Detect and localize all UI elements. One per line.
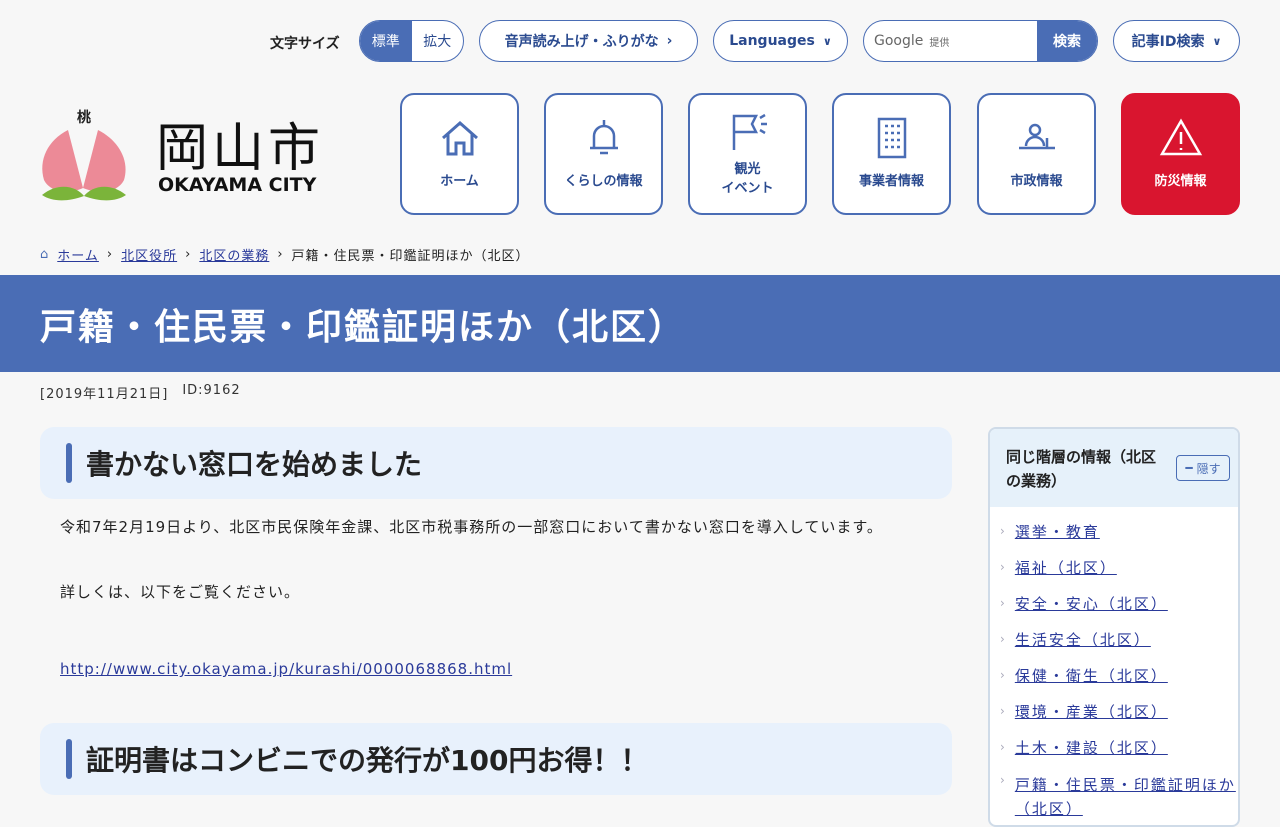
sidebar-title: 同じ階層の情報（北区の業務） [1006,448,1157,490]
flag-icon [732,113,767,150]
page-title: 戸籍・住民票・印鑑証明ほか（北区） [40,306,687,348]
provided-label: 提供 [929,37,950,49]
nav-city-admin[interactable]: 市政情報 [977,93,1096,215]
list-item: › 保健・衛生（北区） [990,657,1238,693]
hide-button[interactable]: ━ 隠す [1176,455,1230,481]
chevron-right-icon: › [1000,596,1005,610]
chevron-right-icon: › [1000,773,1005,787]
list-item: › 福祉（北区） [990,549,1238,585]
list-item: › 安全・安心（北区） [990,585,1238,621]
site-search: Google 提供 検索 [863,20,1098,62]
momotaro-logo-icon: 桃 [42,109,126,201]
logo-name: 岡山市 [156,119,325,179]
list-item: › 生活安全（北区） [990,621,1238,657]
official-icon [1018,124,1055,150]
sidebar-link[interactable]: 生活安全（北区） [1015,629,1151,650]
chevron-right-icon: › [1000,560,1005,574]
voice-label: 音声読み上げ・ふりがな [504,34,659,50]
nav-disaster[interactable]: 防災情報 [1121,93,1240,215]
site-logo[interactable]: 桃 岡山市 OKAYAMA CITY [38,100,338,205]
nav-living[interactable]: くらしの情報 [544,93,663,215]
minus-icon: ━ [1185,461,1193,475]
home-icon: ⌂ [40,247,50,262]
breadcrumb-kita-business[interactable]: 北区の業務 [199,245,269,264]
page-meta: [2019年11月21日] ID:9162 [40,383,241,402]
article-id-search-button[interactable]: 記事ID検索 ∨ [1113,20,1240,62]
details-link[interactable]: http://www.city.okayama.jp/kurashi/00000… [60,660,512,678]
google-label: Google [874,33,924,49]
section-heading: 書かない窓口を始めました [40,427,952,499]
sidebar-link[interactable]: 保健・衛生（北区） [1015,665,1168,686]
nav-business-label: 事業者情報 [858,174,924,190]
section-paragraph: 詳しくは、以下をご覧ください。 [60,583,301,601]
chevron-right-icon: › [666,33,673,49]
svg-text:桃: 桃 [77,109,91,126]
sidebar-link[interactable]: 戸籍・住民票・印鑑証明ほか（北区） [1015,773,1238,821]
font-size-toggle: 標準 拡大 [359,20,464,62]
chevron-right-icon: › [185,247,192,262]
home-icon [441,121,478,156]
nav-tourism[interactable]: 観光 イベント [688,93,807,215]
breadcrumb-kita-ward[interactable]: 北区役所 [121,245,177,264]
sidebar-link[interactable]: 安全・安心（北区） [1015,593,1168,614]
languages-label: Languages [729,33,815,49]
sidebar-link[interactable]: 環境・産業（北区） [1015,701,1168,722]
chevron-right-icon: › [1000,632,1005,646]
chevron-right-icon: › [277,247,284,262]
nav-living-label: くらしの情報 [564,174,643,190]
nav-tourism-label: 観光 イベント [721,161,774,197]
font-size-label: 文字サイズ [270,36,340,52]
chevron-right-icon: › [1000,704,1005,718]
chevron-right-icon: › [1000,524,1005,538]
page-date: [2019年11月21日] [40,387,169,402]
list-item: › 土木・建設（北区） [990,729,1238,765]
sidebar-header: 同じ階層の情報（北区の業務） ━ 隠す [990,429,1238,507]
breadcrumb-current: 戸籍・住民票・印鑑証明ほか（北区） [291,249,530,264]
title-banner: 戸籍・住民票・印鑑証明ほか（北区） [0,275,1280,372]
search-button[interactable]: 検索 [1037,21,1097,61]
breadcrumb-home[interactable]: ホーム [57,245,99,264]
search-input[interactable]: Google 提供 [864,21,1037,61]
warning-icon [1159,118,1202,156]
page-id: ID:9162 [182,383,241,398]
sidebar-list: › 選挙・教育 › 福祉（北区） › 安全・安心（北区） › 生活安全（北区） › 保健・… [990,507,1238,819]
nav-business[interactable]: 事業者情報 [832,93,951,215]
languages-button[interactable]: Languages ∨ [713,20,848,62]
nav-city-admin-label: 市政情報 [1010,174,1063,190]
chevron-down-icon: ∨ [1212,34,1222,48]
chevron-right-icon: › [1000,740,1005,754]
list-item: › 選挙・教育 [990,513,1238,549]
logo-sub: OKAYAMA CITY [158,174,317,196]
voice-button[interactable]: 音声読み上げ・ふりがな › [479,20,698,62]
chevron-right-icon: › [1000,668,1005,682]
breadcrumb: ⌂ ホーム › 北区役所 › 北区の業務 › 戸籍・住民票・印鑑証明ほか（北区） [40,245,530,264]
font-standard-button[interactable]: 標準 [360,21,412,61]
section-heading-text: 証明書はコンビニでの発行が100円お得！！ [86,744,649,777]
section-heading: 証明書はコンビニでの発行が100円お得！！ [40,723,952,795]
section-paragraph: 令和7年2月19日より、北区市民保険年金課、北区市税事務所の一部窓口において書か… [60,518,883,536]
list-item: › 戸籍・住民票・印鑑証明ほか（北区） [990,765,1238,818]
article-id-label: 記事ID検索 [1131,34,1205,50]
sidebar-related: 同じ階層の情報（北区の業務） ━ 隠す › 選挙・教育 › 福祉（北区） › 安全・安心… [988,427,1240,827]
section-heading-text: 書かない窓口を始めました [86,448,423,481]
bell-icon [589,120,618,155]
chevron-right-icon: › [106,247,114,262]
sidebar-link[interactable]: 福祉（北区） [1015,557,1117,578]
chevron-down-icon: ∨ [822,34,832,48]
sidebar-link[interactable]: 土木・建設（北区） [1015,737,1168,758]
list-item: › 環境・産業（北区） [990,693,1238,729]
hide-label: 隠す [1196,461,1221,476]
sidebar-link[interactable]: 選挙・教育 [1015,521,1100,542]
nav-home-label: ホーム [440,174,479,190]
nav-disaster-label: 防災情報 [1154,174,1207,190]
font-large-button[interactable]: 拡大 [412,21,464,61]
nav-home[interactable]: ホーム [400,93,519,215]
building-icon [877,118,906,159]
